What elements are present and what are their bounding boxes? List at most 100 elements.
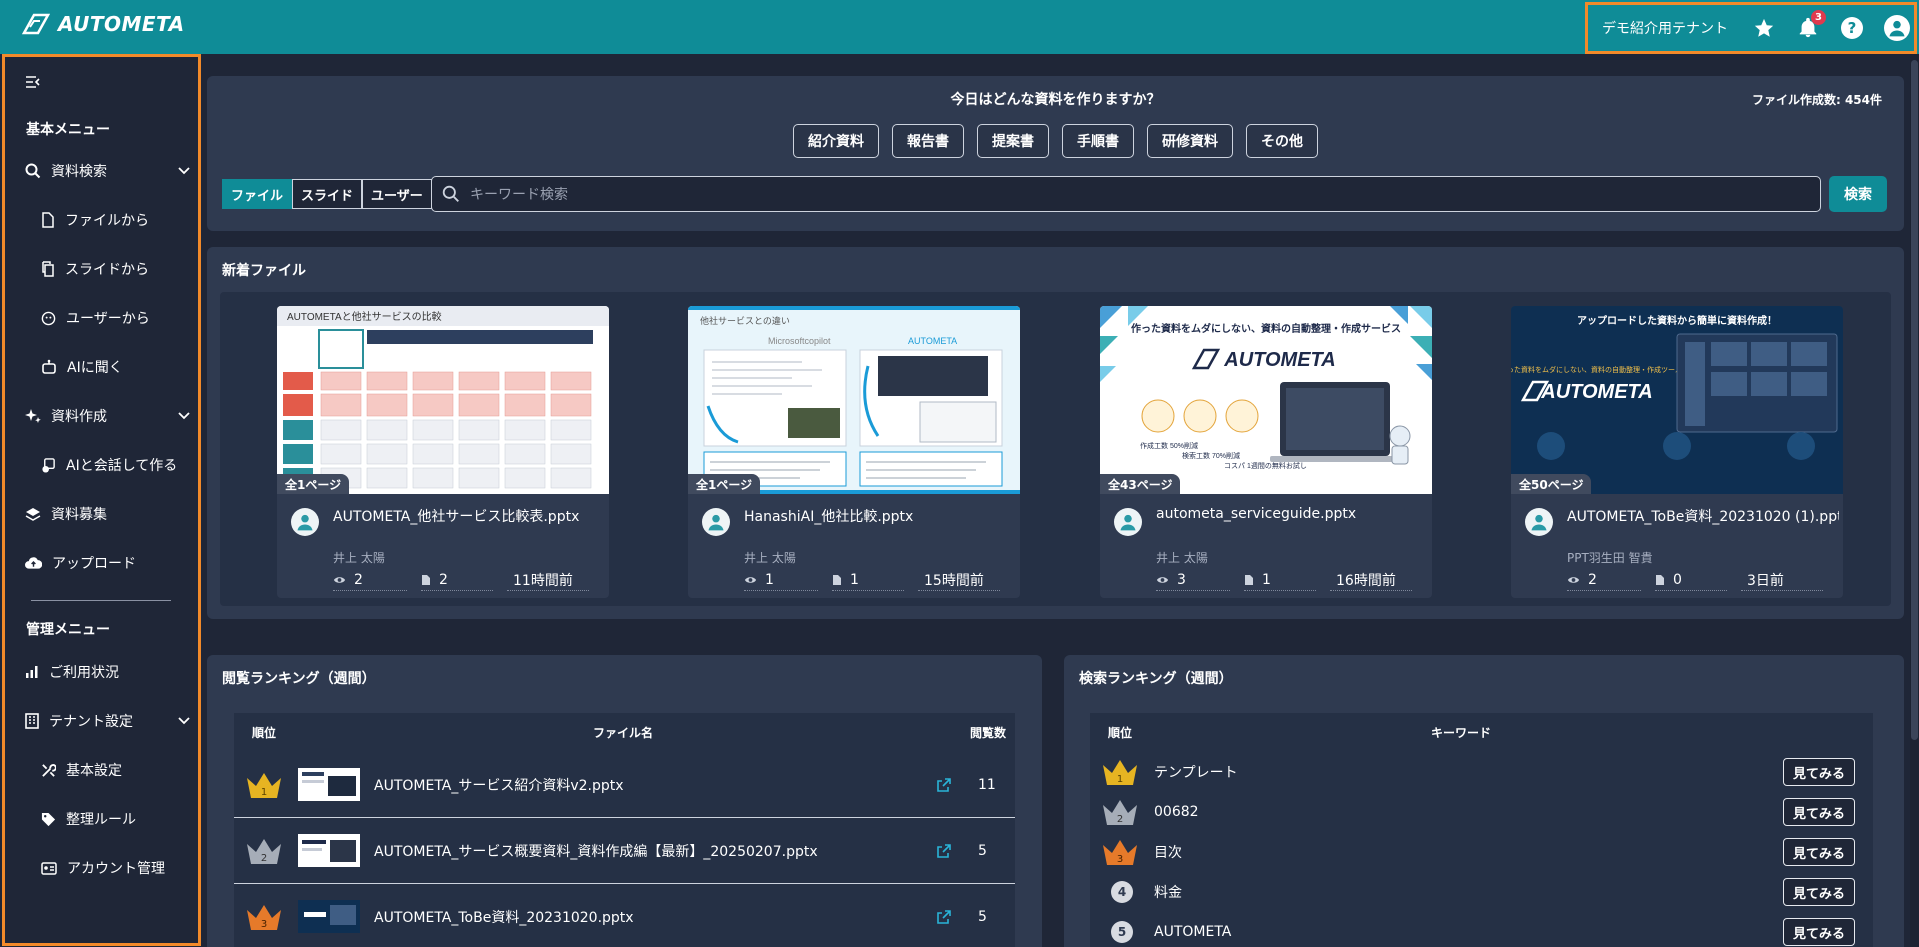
sidebar-item-from-slide[interactable]: スライドから — [41, 254, 191, 284]
external-link-icon[interactable] — [937, 843, 951, 858]
file-card[interactable]: 作った資料をムダにしない、資料の自動整理・作成サービス AUTOMETA 作成工… — [1100, 306, 1432, 598]
avatar — [1114, 508, 1142, 536]
file-name[interactable]: HanashiAI_他社比較.pptx — [744, 506, 1016, 526]
type-button-other[interactable]: その他 — [1246, 124, 1318, 158]
sidebar-item-ai-chat-create[interactable]: AIと会話して作る — [41, 450, 191, 480]
thumb-right-label: AUTOMETA — [908, 336, 957, 346]
sidebar-item-label: ユーザーから — [66, 311, 150, 327]
sidebar-item-search[interactable]: 資料検索 — [25, 156, 190, 186]
star-icon[interactable] — [1752, 16, 1776, 40]
sidebar-item-basic-settings[interactable]: 基本設定 — [41, 755, 191, 785]
thumb-brand: AUTOMETA — [1223, 349, 1335, 371]
sidebar-item-upload[interactable]: アップロード — [25, 548, 190, 578]
external-link-icon[interactable] — [937, 777, 951, 792]
table-row[interactable]: 2 AUTOMETA_サービス概要資料_資料作成編【最新】_20250207.p… — [234, 818, 1015, 884]
ranking-file-name[interactable]: AUTOMETA_サービス紹介資料v2.pptx — [374, 775, 624, 795]
eye-icon — [1156, 576, 1169, 583]
sidebar-item-from-file[interactable]: ファイルから — [41, 205, 191, 235]
sidebar-item-ask-ai[interactable]: AIに聞く — [41, 352, 191, 382]
basic-menu-heading: 基本メニュー — [26, 122, 110, 138]
scope-file-button[interactable]: ファイル — [222, 179, 293, 209]
sidebar-item-accounts[interactable]: アカウント管理 — [41, 853, 191, 883]
user-avatar-icon[interactable] — [1884, 15, 1910, 41]
table-row[interactable]: 4 料金 見てみる — [1090, 872, 1873, 912]
file-name[interactable]: AUTOMETA_他社サービス比較表.pptx — [333, 506, 605, 526]
scope-user-button[interactable]: ユーザー — [362, 179, 432, 209]
file-thumbnail[interactable] — [298, 768, 360, 801]
avatar — [702, 508, 730, 536]
document-icon — [422, 574, 430, 585]
table-header: 順位 ファイル名 閲覧数 — [234, 713, 1015, 752]
avatar — [1525, 508, 1553, 536]
file-name[interactable]: autometa_serviceguide.pptx — [1156, 506, 1428, 522]
bar-chart-icon — [26, 666, 38, 678]
ranking-keyword: 料金 — [1154, 885, 1182, 901]
see-button[interactable]: 見てみる — [1783, 798, 1855, 826]
see-button[interactable]: 見てみる — [1783, 838, 1855, 866]
ranking-file-name[interactable]: AUTOMETA_サービス概要資料_資料作成編【最新】_20250207.ppt… — [374, 841, 818, 861]
sidebar-item-recruit[interactable]: 資料募集 — [25, 499, 190, 529]
rank-number: 4 — [1111, 881, 1133, 903]
file-stats: 1 1 15時間前 — [744, 569, 1014, 591]
search-panel: 今日はどんな資料を作りますか？ ファイル作成数: 454件 紹介資料 報告書 提… — [207, 76, 1904, 231]
search-input[interactable]: キーワード検索 — [431, 176, 1821, 212]
table-row[interactable]: 1 AUTOMETA_サービス紹介資料v2.pptx 11 — [234, 752, 1015, 818]
table-row[interactable]: 3 目次 見てみる — [1090, 832, 1873, 872]
table-row[interactable]: 5 AUTOMETA 見てみる — [1090, 912, 1873, 947]
external-link-icon[interactable] — [937, 909, 951, 924]
eye-icon — [1567, 576, 1580, 583]
ranking-file-name[interactable]: AUTOMETA_ToBe資料_20231020.pptx — [374, 907, 634, 927]
sidebar-item-label: 整理ルール — [66, 812, 136, 828]
col-views: 閲覧数 — [970, 726, 1007, 740]
layers-icon — [25, 508, 41, 521]
file-thumbnail[interactable]: アップロードした資料から簡単に資料作成！ 作った資料をムダにしない、資料の自動整… — [1511, 306, 1843, 494]
file-name[interactable]: AUTOMETA_ToBe資料_20231020 (1).pptx — [1567, 506, 1839, 526]
file-stats: 2 0 3日前 — [1567, 569, 1837, 591]
user-circle-icon — [41, 311, 56, 325]
file-thumbnail[interactable] — [298, 834, 360, 867]
table-row[interactable]: 2 00682 見てみる — [1090, 792, 1873, 832]
sidebar-item-rules[interactable]: 整理ルール — [41, 804, 191, 834]
see-button[interactable]: 見てみる — [1783, 758, 1855, 786]
see-button[interactable]: 見てみる — [1783, 918, 1855, 946]
sidebar-item-create[interactable]: 資料作成 — [25, 401, 190, 431]
bell-icon[interactable]: 3 — [1796, 10, 1826, 40]
file-thumbnail[interactable]: AUTOMETAと他社サービスの比較 — [277, 306, 609, 494]
search-ranking-table: 順位 キーワード 1 テンプレート 見てみる 2 00682 見てみる 3 目次… — [1090, 713, 1873, 947]
type-button-training[interactable]: 研修資料 — [1147, 124, 1233, 158]
sidebar-item-usage[interactable]: ご利用状況 — [25, 657, 190, 687]
file-card[interactable]: 他社サービスとの違い Microsoftcopilot AUTOMETA 全1ペ… — [688, 306, 1020, 598]
file-thumbnail[interactable] — [298, 900, 360, 933]
eye-icon — [744, 576, 757, 583]
thumb-badge: 作成工数 50%削減 — [1140, 441, 1198, 450]
chevron-down-icon — [178, 412, 190, 420]
view-count: 2 — [1588, 571, 1597, 588]
search-button[interactable]: 検索 — [1829, 176, 1887, 212]
file-thumbnail[interactable]: 他社サービスとの違い Microsoftcopilot AUTOMETA — [688, 306, 1020, 494]
type-button-proposal[interactable]: 提案書 — [977, 124, 1049, 158]
see-button[interactable]: 見てみる — [1783, 878, 1855, 906]
type-button-report[interactable]: 報告書 — [892, 124, 964, 158]
file-card[interactable]: AUTOMETAと他社サービスの比較 全1ページ AUTOMETA_他社サービス… — [277, 306, 609, 598]
type-button-procedure[interactable]: 手順書 — [1062, 124, 1134, 158]
tag-icon — [41, 812, 56, 826]
scope-slide-button[interactable]: スライド — [292, 179, 363, 209]
table-row[interactable]: 3 AUTOMETA_ToBe資料_20231020.pptx 5 — [234, 884, 1015, 947]
sidebar: 基本メニュー 資料検索 ファイルから スライドから ユーザーから AIに聞く 資… — [2, 54, 201, 946]
help-icon[interactable]: ? — [1840, 16, 1864, 40]
tenant-name[interactable]: デモ紹介用テナント — [1602, 18, 1728, 38]
scrollbar-thumb[interactable] — [1911, 60, 1918, 740]
sidebar-item-tenant-settings[interactable]: テナント設定 — [25, 706, 190, 736]
thumb-badge: コスパ 1週間の無料お試し — [1224, 461, 1307, 470]
menu-collapse-icon[interactable] — [25, 75, 41, 93]
sidebar-item-from-user[interactable]: ユーザーから — [41, 303, 191, 333]
bronze-crown-icon: 3 — [247, 904, 281, 930]
type-button-intro[interactable]: 紹介資料 — [793, 124, 879, 158]
app-logo[interactable]: AUTOMETA — [20, 12, 185, 36]
file-card[interactable]: アップロードした資料から簡単に資料作成！ 作った資料をムダにしない、資料の自動整… — [1511, 306, 1843, 598]
brand-name: AUTOMETA — [58, 12, 185, 36]
table-row[interactable]: 1 テンプレート 見てみる — [1090, 752, 1873, 792]
file-stats: 3 1 16時間前 — [1156, 569, 1426, 591]
file-thumbnail[interactable]: 作った資料をムダにしない、資料の自動整理・作成サービス AUTOMETA 作成工… — [1100, 306, 1432, 494]
ranking-keyword: 目次 — [1154, 845, 1182, 861]
